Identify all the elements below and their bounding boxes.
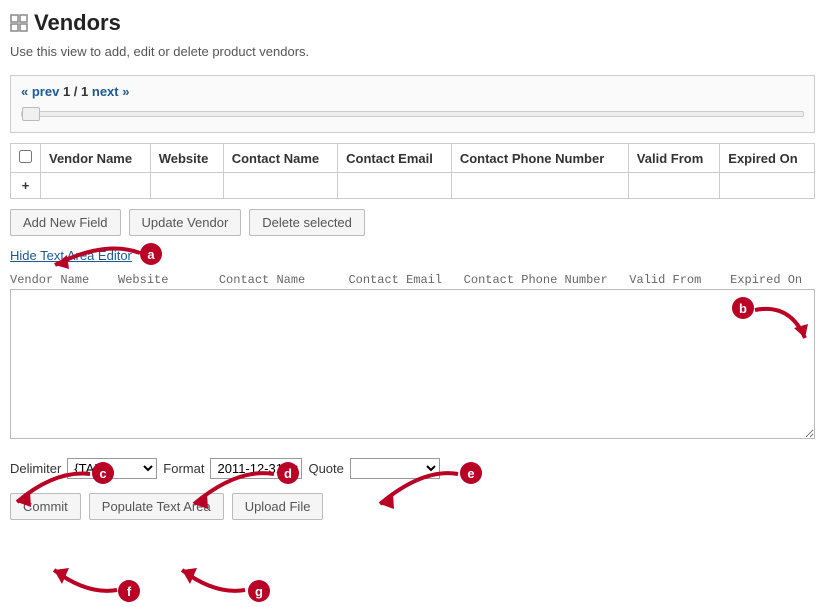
col-valid-from: Valid From <box>628 144 719 173</box>
page-title: Vendors <box>34 10 121 36</box>
textarea-column-header: Vendor Name Website Contact Name Contact… <box>10 273 815 287</box>
pager-sep: / <box>74 84 81 99</box>
col-vendor-name: Vendor Name <box>41 144 151 173</box>
pager-next[interactable]: next » <box>92 84 130 99</box>
add-row: + <box>11 173 815 199</box>
col-contact-phone: Contact Phone Number <box>451 144 628 173</box>
cell-valid-from[interactable] <box>628 173 719 199</box>
add-row-button[interactable]: + <box>11 173 41 199</box>
pager-total: 1 <box>81 84 88 99</box>
select-all-checkbox[interactable] <box>19 150 32 163</box>
annotation-d-arrow <box>182 462 280 512</box>
grid-icon <box>10 14 28 32</box>
delete-selected-button[interactable]: Delete selected <box>249 209 365 236</box>
col-website: Website <box>150 144 223 173</box>
select-all-header[interactable] <box>11 144 41 173</box>
cell-expired-on[interactable] <box>720 173 815 199</box>
col-contact-email: Contact Email <box>338 144 452 173</box>
horizontal-scrollbar[interactable] <box>21 105 804 120</box>
annotation-c: c <box>92 462 114 484</box>
add-new-field-button[interactable]: Add New Field <box>10 209 121 236</box>
cell-contact-email[interactable] <box>338 173 452 199</box>
action-row: Add New Field Update Vendor Delete selec… <box>10 209 815 236</box>
vendor-table: Vendor Name Website Contact Name Contact… <box>10 143 815 199</box>
pager-panel: « prev 1 / 1 next » <box>10 75 815 133</box>
page-header: Vendors <box>10 10 815 36</box>
bulk-textarea[interactable] <box>10 289 815 439</box>
quote-label: Quote <box>308 461 343 476</box>
pager: « prev 1 / 1 next » <box>21 84 804 99</box>
page-subtitle: Use this view to add, edit or delete pro… <box>10 44 815 59</box>
cell-vendor-name[interactable] <box>41 173 151 199</box>
pager-current: 1 <box>63 84 70 99</box>
annotation-e: e <box>460 462 482 484</box>
col-contact-name: Contact Name <box>223 144 337 173</box>
annotation-g: g <box>248 580 270 602</box>
annotation-a-arrow <box>35 235 143 275</box>
pager-prev[interactable]: « prev <box>21 84 59 99</box>
annotation-c-arrow <box>5 462 95 512</box>
annotation-f: f <box>118 580 140 602</box>
annotation-b-arrow <box>750 300 820 350</box>
annotation-e-arrow <box>368 462 463 512</box>
update-vendor-button[interactable]: Update Vendor <box>129 209 242 236</box>
cell-contact-phone[interactable] <box>451 173 628 199</box>
annotation-g-arrow <box>170 560 250 600</box>
annotation-d: d <box>277 462 299 484</box>
annotation-a: a <box>140 243 162 265</box>
col-expired-on: Expired On <box>720 144 815 173</box>
annotation-b: b <box>732 297 754 319</box>
annotation-f-arrow <box>42 560 122 600</box>
cell-website[interactable] <box>150 173 223 199</box>
cell-contact-name[interactable] <box>223 173 337 199</box>
